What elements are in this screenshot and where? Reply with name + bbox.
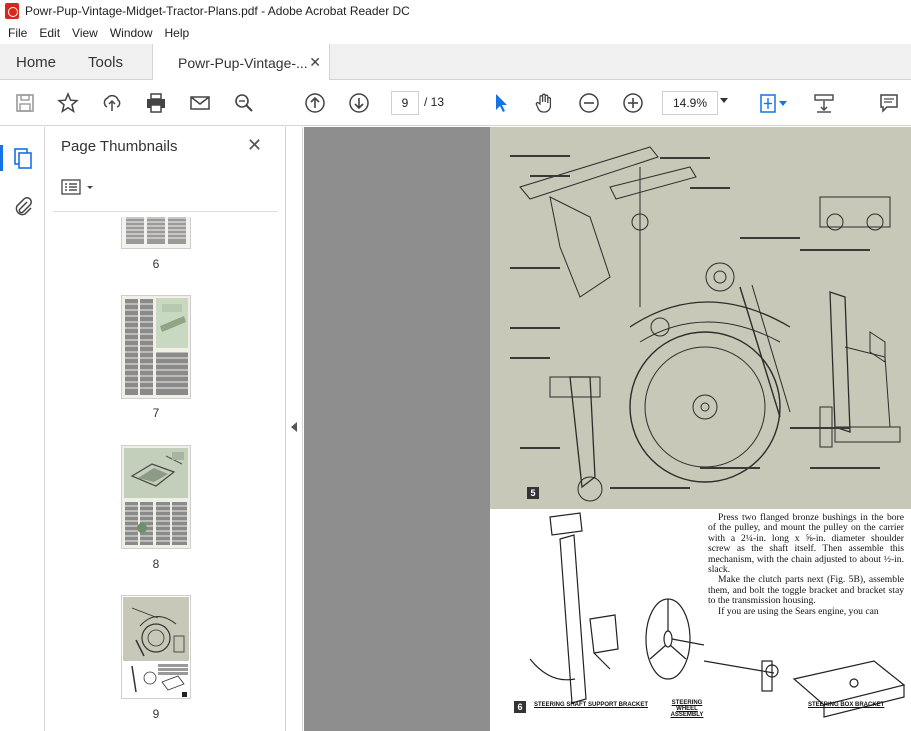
email-icon[interactable] <box>188 91 212 115</box>
thumbnail-page-6[interactable] <box>121 217 191 249</box>
caption-box-bracket: STEERING BOX BRACKET <box>808 702 885 708</box>
figure-6-illustration <box>529 512 705 704</box>
attachment-icon[interactable] <box>12 195 34 219</box>
zoom-out-icon[interactable] <box>577 91 601 115</box>
figure-5-number: 5 <box>527 487 539 499</box>
body-paragraph-1: Press two flanged bronze bushings in the… <box>708 512 904 576</box>
body-paragraph-3: If you are using the Sears engine, you c… <box>718 605 879 617</box>
panel-collapse-handle[interactable] <box>286 127 303 731</box>
panel-title: Page Thumbnails <box>61 138 178 155</box>
thumbnail-label-8: 8 <box>152 557 160 571</box>
active-indicator <box>0 145 3 171</box>
comment-icon[interactable] <box>877 91 901 115</box>
toolbar: 9 / 13 14.9% <box>0 80 911 126</box>
thumbnail-label-9: 9 <box>152 707 160 721</box>
caption-support-bracket: STEERING SHAFT SUPPORT BRACKET <box>534 702 649 708</box>
search-icon[interactable] <box>232 91 256 115</box>
figure-5-drawing: 5 <box>490 127 911 509</box>
thumbnail-7-preview <box>125 298 188 395</box>
body-paragraph-2: Make the clutch parts next (Fig. 5B), as… <box>708 574 904 607</box>
scroll-mode-icon[interactable] <box>812 91 836 115</box>
panel-divider <box>53 211 278 212</box>
thumbnail-label-7: 7 <box>152 406 160 420</box>
select-cursor-icon[interactable] <box>489 91 513 115</box>
page-thumbnails-icon[interactable] <box>12 147 34 171</box>
chevron-down-icon <box>87 186 93 189</box>
tab-bar: Home Tools Powr-Pup-Vintage-... ✕ <box>0 44 911 81</box>
fit-page-icon[interactable] <box>756 91 780 115</box>
close-tab-icon[interactable]: ✕ <box>309 54 321 71</box>
share-upload-icon[interactable] <box>100 91 124 115</box>
figure-6-number: 6 <box>514 701 526 713</box>
page-number-input[interactable]: 9 <box>391 91 419 115</box>
print-icon[interactable] <box>144 91 168 115</box>
thumbnail-page-9[interactable] <box>121 595 191 699</box>
figure-6-right-illustration <box>704 660 906 718</box>
left-rail <box>0 127 45 731</box>
menu-window[interactable]: Window <box>104 26 159 40</box>
previous-page-icon[interactable] <box>303 91 327 115</box>
list-options-icon <box>61 179 81 195</box>
tab-document-label: Powr-Pup-Vintage-... <box>178 54 308 71</box>
zoom-in-icon[interactable] <box>621 91 645 115</box>
thumbnail-6-preview <box>126 217 186 244</box>
save-icon[interactable] <box>13 91 37 115</box>
thumbnail-page-8[interactable] <box>121 445 191 549</box>
bookmark-star-icon[interactable] <box>56 91 80 115</box>
thumbnail-9-preview <box>123 597 189 697</box>
title-bar: Powr-Pup-Vintage-Midget-Tractor-Plans.pd… <box>0 0 911 22</box>
page-total: / 13 <box>424 95 445 109</box>
thumbnail-options-button[interactable] <box>61 179 95 195</box>
body-text: Press two flanged bronze bushings in the… <box>708 512 904 617</box>
acrobat-icon <box>5 3 19 19</box>
menu-view[interactable]: View <box>66 26 104 40</box>
document-viewer[interactable]: 5 6 STEERING SHAFT SUPPORT BRACKET STEER… <box>304 127 911 731</box>
thumbnails-panel: Page Thumbnails ✕ 6 7 8 9 <box>45 127 321 731</box>
thumbnail-label-6: 6 <box>152 257 160 271</box>
thumbnail-8-preview <box>124 448 188 545</box>
collapse-arrow-icon[interactable] <box>291 422 297 432</box>
thumbnail-list: 6 7 8 9 <box>45 217 260 731</box>
caption-steering-wheel: STEERING WHEEL ASSEMBLY <box>670 700 704 718</box>
hand-tool-icon[interactable] <box>532 91 556 115</box>
tab-document[interactable]: Powr-Pup-Vintage-... ✕ <box>152 44 330 81</box>
next-page-icon[interactable] <box>347 91 371 115</box>
document-page: 5 6 STEERING SHAFT SUPPORT BRACKET STEER… <box>490 127 911 731</box>
menu-help[interactable]: Help <box>159 26 196 40</box>
zoom-level-input[interactable]: 14.9% <box>662 91 718 115</box>
window-title: Powr-Pup-Vintage-Midget-Tractor-Plans.pd… <box>25 4 410 18</box>
tab-home[interactable]: Home <box>16 44 56 80</box>
thumbnail-page-7[interactable] <box>121 295 191 399</box>
menu-edit[interactable]: Edit <box>33 26 66 40</box>
figure-5-illustration <box>510 146 901 502</box>
menu-file[interactable]: File <box>2 26 33 40</box>
zoom-dropdown-icon[interactable] <box>720 98 728 103</box>
close-panel-icon[interactable]: ✕ <box>247 135 262 156</box>
tab-tools[interactable]: Tools <box>88 44 123 80</box>
menu-bar: File Edit View Window Help <box>0 22 911 44</box>
fit-dropdown-icon[interactable] <box>778 91 788 115</box>
